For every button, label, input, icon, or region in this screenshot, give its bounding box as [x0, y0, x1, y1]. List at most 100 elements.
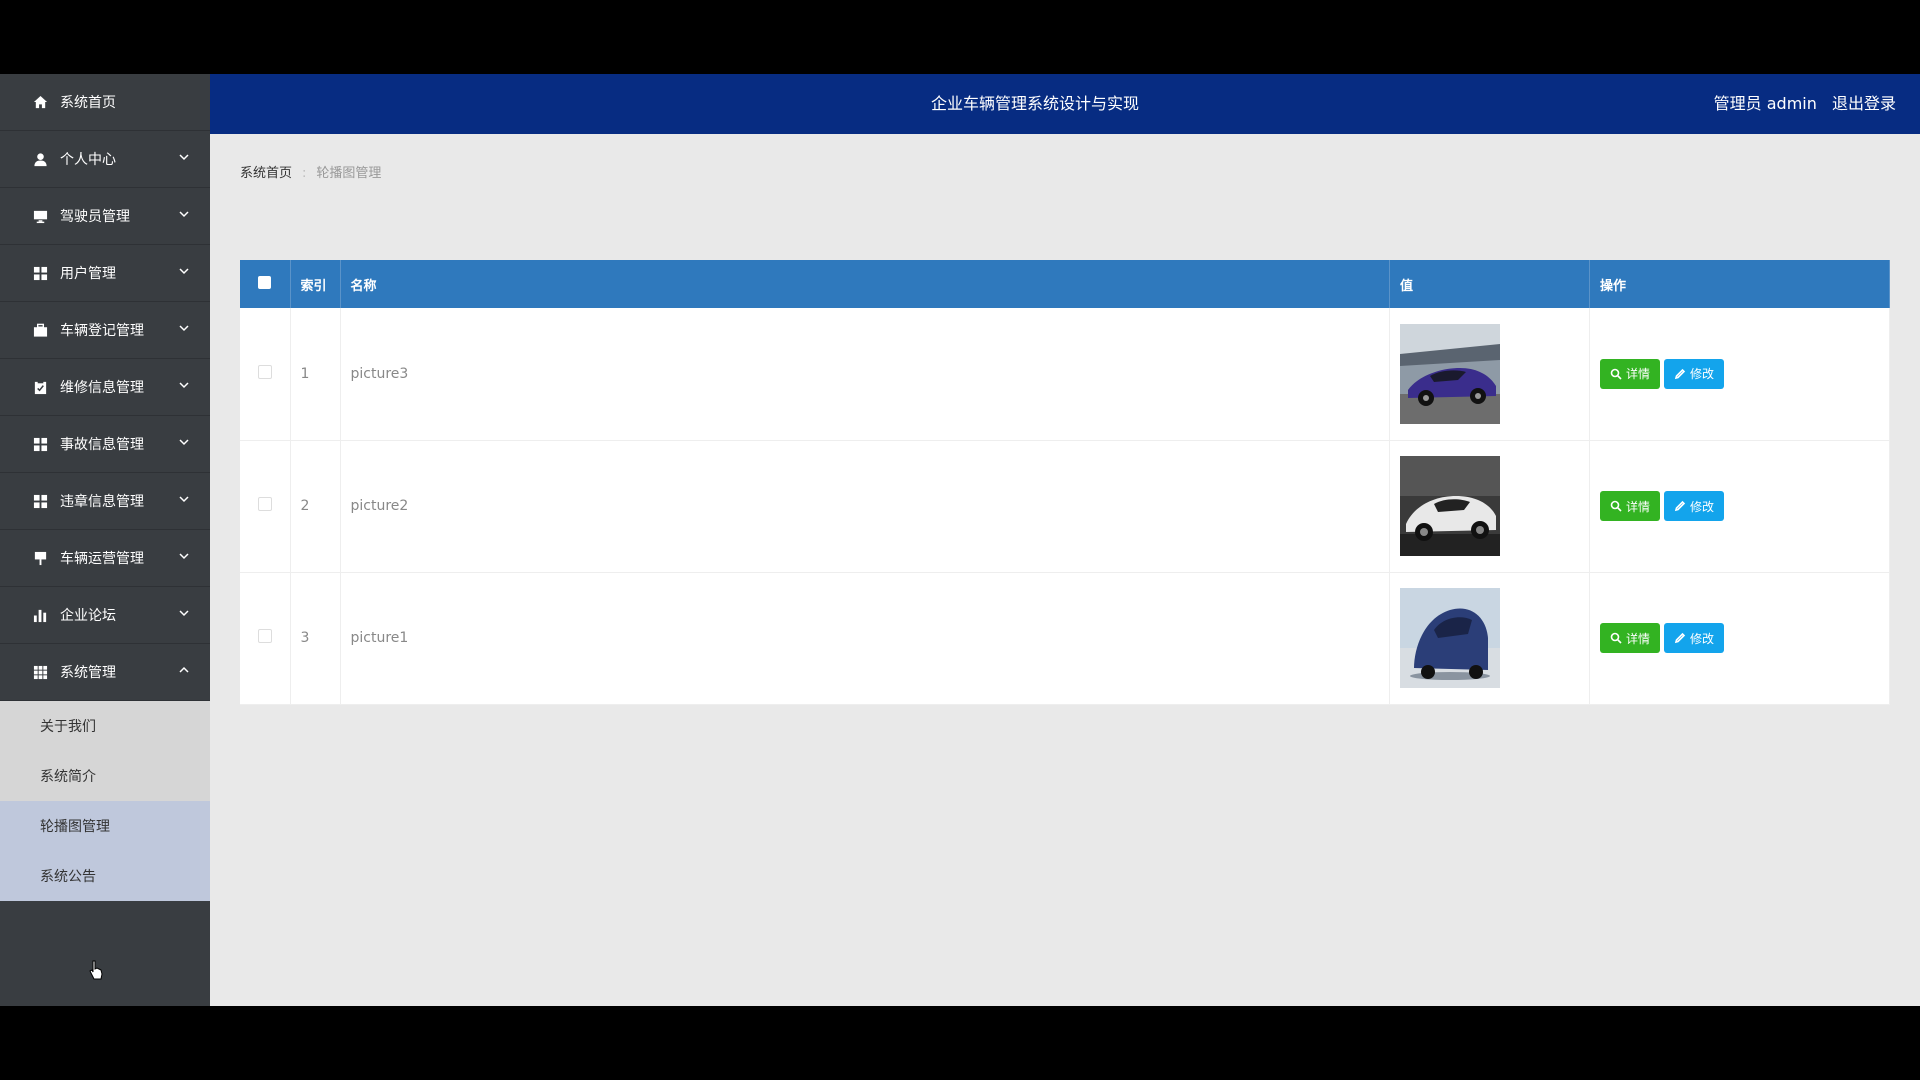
sidebar-item-label: 车辆登记管理	[60, 323, 144, 339]
detail-button-label: 详情	[1625, 367, 1650, 382]
submenu-item-label: 系统公告	[40, 869, 96, 885]
edit-button-label: 修改	[1689, 631, 1714, 646]
row-checkbox[interactable]	[257, 629, 272, 643]
edit-button[interactable]: 修改	[1664, 491, 1724, 521]
system-submenu: 关于我们 系统简介 轮播图管理 系统公告	[0, 701, 210, 901]
row-check-cell	[240, 440, 291, 573]
monitor-icon	[32, 208, 48, 224]
breadcrumb-separator: :	[302, 166, 307, 181]
sidebar-item-maintenance[interactable]: 维修信息管理	[0, 359, 210, 416]
row-checkbox[interactable]	[257, 497, 272, 511]
row-name: picture1	[340, 572, 1390, 705]
row-value-cell	[1389, 440, 1590, 573]
sidebar-item-violations[interactable]: 违章信息管理	[0, 473, 210, 530]
pencil-icon	[1674, 500, 1686, 512]
sidebar-item-label: 事故信息管理	[60, 437, 144, 453]
sidebar-item-label: 驾驶员管理	[60, 209, 130, 225]
detail-button[interactable]: 详情	[1600, 623, 1660, 653]
search-icon	[1610, 500, 1622, 512]
search-icon	[1610, 368, 1622, 380]
table-row: 3 picture1 详情 修改	[240, 572, 1890, 705]
data-table: 索引 名称 值 操作 1 picture3 详情 修改 2 picture2 详…	[240, 260, 1890, 705]
grid-icon	[32, 436, 48, 452]
row-check-cell	[240, 572, 291, 705]
row-check-cell	[240, 308, 291, 441]
submenu-item-label: 轮播图管理	[40, 819, 110, 835]
user-label: 管理员 admin	[1713, 94, 1817, 113]
briefcase-icon	[32, 322, 48, 338]
edit-button-label: 修改	[1689, 367, 1714, 382]
submenu-item-label: 关于我们	[40, 719, 96, 735]
app-title: 企业车辆管理系统设计与实现	[930, 94, 1139, 113]
row-index: 2	[290, 440, 341, 573]
table-icon	[32, 664, 48, 680]
sidebar-item-vehicle-registration[interactable]: 车辆登记管理	[0, 302, 210, 359]
edit-button-label: 修改	[1689, 499, 1714, 514]
logout-link[interactable]: 退出登录	[1832, 94, 1896, 113]
sidebar-item-accidents[interactable]: 事故信息管理	[0, 416, 210, 473]
row-value-cell	[1389, 308, 1590, 441]
sidebar-item-system[interactable]: 系统管理	[0, 644, 210, 701]
app-window: 系统首页 个人中心 驾驶员管理 用户管理 车辆登记管理 维修信息管理 事故信息管…	[0, 74, 1920, 1006]
sidebar-item-forum[interactable]: 企业论坛	[0, 587, 210, 644]
pin-icon	[32, 550, 48, 566]
grid-icon	[32, 265, 48, 281]
row-actions-cell: 详情 修改	[1589, 440, 1890, 573]
white-sports-car-image[interactable]	[1400, 456, 1500, 556]
submenu-item-announcement[interactable]: 系统公告	[0, 851, 210, 901]
blue-sedan-image[interactable]	[1400, 588, 1500, 688]
submenu-item-carousel[interactable]: 轮播图管理	[0, 801, 210, 851]
top-letterbox	[0, 0, 1920, 74]
sidebar-item-personal[interactable]: 个人中心	[0, 131, 210, 188]
sidebar-item-label: 个人中心	[60, 152, 116, 168]
sidebar-item-label: 用户管理	[60, 266, 116, 282]
breadcrumb-home[interactable]: 系统首页	[240, 166, 292, 181]
edit-button[interactable]: 修改	[1664, 358, 1724, 389]
breadcrumb-current: 轮播图管理	[316, 166, 382, 181]
purple-sports-car-image[interactable]	[1400, 323, 1500, 424]
chevron-down-icon	[178, 265, 190, 277]
row-checkbox[interactable]	[257, 364, 272, 379]
bottom-letterbox	[0, 1006, 1920, 1080]
sidebar-item-label: 维修信息管理	[60, 380, 144, 396]
row-index: 3	[290, 572, 341, 705]
sidebar-item-users[interactable]: 用户管理	[0, 245, 210, 302]
sidebar-item-label: 车辆运营管理	[60, 551, 144, 567]
detail-button[interactable]: 详情	[1600, 358, 1660, 389]
submenu-item-intro[interactable]: 系统简介	[0, 751, 210, 801]
column-header-value: 值	[1389, 260, 1590, 308]
table-header-row: 索引 名称 值 操作	[240, 260, 1890, 308]
select-all-checkbox[interactable]	[258, 275, 272, 289]
row-actions-cell: 详情 修改	[1589, 308, 1890, 441]
detail-button[interactable]: 详情	[1600, 491, 1660, 521]
sidebar: 系统首页 个人中心 驾驶员管理 用户管理 车辆登记管理 维修信息管理 事故信息管…	[0, 74, 210, 1006]
pencil-icon	[1674, 632, 1686, 644]
sidebar-item-drivers[interactable]: 驾驶员管理	[0, 188, 210, 245]
edit-button[interactable]: 修改	[1664, 623, 1724, 653]
user-area: 管理员 admin 退出登录	[1704, 74, 1896, 134]
row-value-cell	[1389, 572, 1590, 705]
top-header: 企业车辆管理系统设计与实现 管理员 admin 退出登录	[210, 74, 1920, 134]
bar-chart-icon	[32, 607, 48, 623]
chevron-down-icon	[178, 436, 190, 448]
sidebar-item-label: 系统首页	[60, 95, 116, 111]
chevron-down-icon	[178, 550, 190, 562]
chevron-down-icon	[178, 379, 190, 391]
grid-icon	[32, 493, 48, 509]
sidebar-item-home[interactable]: 系统首页	[0, 74, 210, 131]
chevron-down-icon	[178, 208, 190, 220]
row-name: picture2	[340, 440, 1390, 573]
breadcrumb: 系统首页: 轮播图管理	[240, 162, 381, 181]
chevron-up-icon	[178, 664, 190, 676]
search-icon	[1610, 632, 1622, 644]
chevron-down-icon	[178, 151, 190, 163]
sidebar-item-label: 企业论坛	[60, 608, 116, 624]
submenu-item-about[interactable]: 关于我们	[0, 701, 210, 751]
row-name: picture3	[340, 308, 1390, 441]
column-header-actions: 操作	[1589, 260, 1890, 308]
chevron-down-icon	[178, 493, 190, 505]
submenu-item-label: 系统简介	[40, 769, 96, 785]
sidebar-item-operations[interactable]: 车辆运营管理	[0, 530, 210, 587]
sidebar-item-label: 违章信息管理	[60, 494, 144, 510]
select-all-cell	[240, 260, 291, 308]
